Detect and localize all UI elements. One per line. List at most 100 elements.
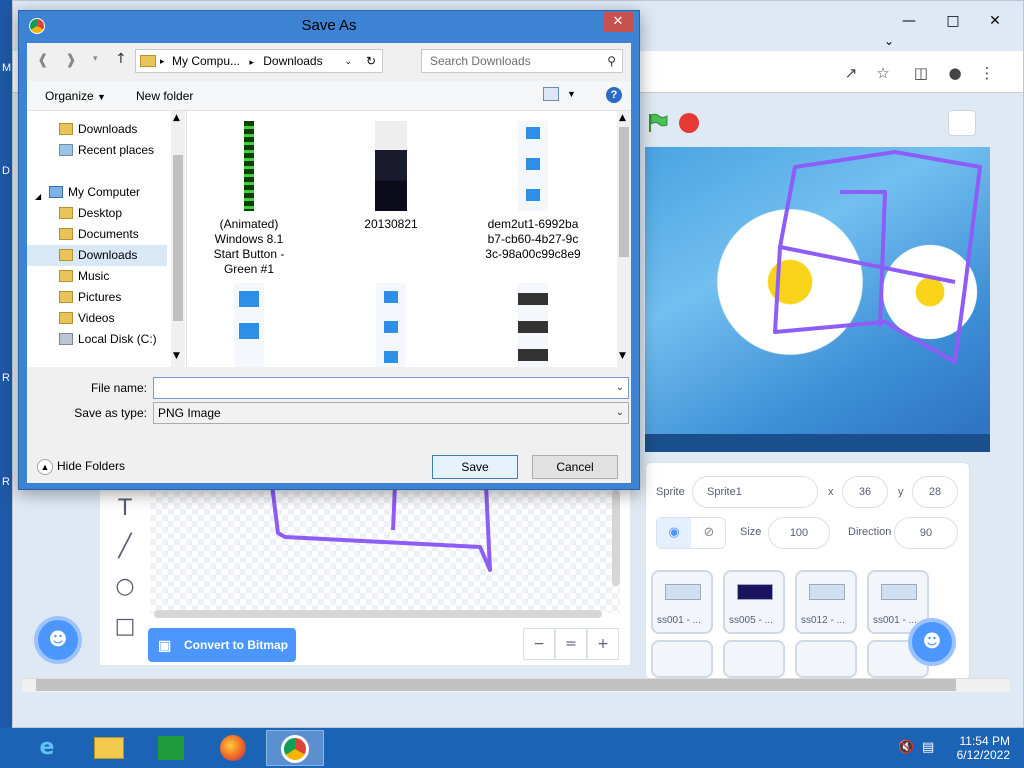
scroll-down-icon[interactable]: ▼ [173,351,180,361]
save-type-dropdown-icon[interactable]: ⌄ [616,403,624,423]
address-dropdown-icon[interactable]: ⌄ [344,50,352,72]
small-stage-button[interactable] [948,110,976,136]
sprite-thumbnail[interactable]: ss001 - ... [651,570,713,634]
stage[interactable] [645,147,990,452]
eye-slash-icon[interactable]: ⊘ [693,518,725,548]
paint-canvas[interactable] [150,484,620,613]
recent-chevron-icon[interactable]: ▾ [93,54,98,64]
new-folder-button[interactable]: New folder [136,89,193,103]
file-item[interactable] [331,283,451,367]
view-options-icon[interactable] [543,87,559,101]
files-scroll-thumb[interactable] [619,127,629,257]
sprite-thumbnail[interactable] [651,640,713,678]
profile-icon[interactable]: ● [945,63,965,83]
x-label: x [828,486,834,498]
speaker-muted-icon[interactable]: 🔇 [898,740,914,755]
scroll-up-icon[interactable]: ▲ [619,113,626,123]
image-icon: ▣ [158,637,172,653]
store-icon[interactable] [142,730,200,766]
stop-icon[interactable] [679,113,699,133]
sprite-thumbnail[interactable]: ss005 - ... [723,570,785,634]
nav-item-downloads-favorite[interactable]: Downloads [27,119,167,140]
convert-label: Convert to Bitmap [184,638,289,652]
canvas-vscrollbar[interactable] [612,490,620,586]
scroll-down-icon[interactable]: ▼ [619,351,626,361]
breadcrumb-downloads[interactable]: Downloads [263,54,322,68]
chrome-icon[interactable] [266,730,324,766]
internet-explorer-icon[interactable]: e [18,730,76,766]
file-thumbnail [376,283,406,367]
dialog-close-button[interactable]: ✕ [603,12,633,32]
page-hscrollbar-thumb[interactable] [36,679,956,691]
nav-item-documents[interactable]: Documents [27,224,167,245]
file-item[interactable]: 20130821 [331,121,451,231]
organize-button[interactable]: Organize ▼ [45,89,106,103]
star-icon[interactable]: ☆ [873,63,893,83]
sidepanel-icon[interactable]: ◫ [911,63,931,83]
help-icon[interactable]: ? [606,87,622,103]
save-as-type-select[interactable]: PNG Image ⌄ [153,402,629,424]
search-icon[interactable]: ⚲ [607,50,616,72]
forward-icon[interactable]: ❱ [65,52,77,68]
search-input[interactable]: Search Downloads ⚲ [421,49,623,73]
sprite-thumbnail[interactable] [723,640,785,678]
nav-item-recent-places[interactable]: Recent places [27,140,167,161]
sprite-name-input[interactable]: Sprite1 [692,476,818,508]
address-bar[interactable]: ▸ My Compu... ▸ Downloads ⌄ ↻ [135,49,383,73]
nav-item-desktop[interactable]: Desktop [27,203,167,224]
y-input[interactable]: 28 [912,476,958,508]
nav-item-pictures[interactable]: Pictures [27,287,167,308]
green-flag-icon[interactable] [646,112,668,134]
zoom-in-button[interactable]: + [587,628,619,660]
line-tool-icon[interactable]: ╱ [112,534,138,560]
file-name-dropdown-icon[interactable]: ⌄ [616,378,624,398]
back-icon[interactable]: ❰ [37,52,49,68]
save-button[interactable]: Save [432,455,518,479]
nav-scrollbar[interactable]: ▲ ▼ [171,111,185,367]
file-item[interactable] [189,283,309,367]
direction-input[interactable]: 90 [894,517,958,549]
share-icon[interactable]: ↗ [841,63,861,83]
sprite-thumbnail[interactable]: ss012 - ... [795,570,857,634]
eye-icon[interactable]: ◉ [657,518,691,548]
sprite-thumbnail[interactable] [795,640,857,678]
system-clock[interactable]: 11:54 PM 6/12/2022 [957,734,1010,762]
zoom-reset-button[interactable]: = [555,628,587,660]
zoom-out-button[interactable]: − [523,628,555,660]
choose-sprite-button[interactable]: ☻ [908,618,956,666]
firefox-icon[interactable] [204,730,262,766]
nav-item-downloads[interactable]: Downloads [27,245,167,266]
rectangle-tool-icon[interactable]: □ [112,614,138,640]
nav-item-music[interactable]: Music [27,266,167,287]
nav-item-my-computer[interactable]: ◢ My Computer [27,182,167,203]
visibility-toggle[interactable]: ◉ ⊘ [656,517,726,549]
breadcrumb-computer[interactable]: My Compu... [172,54,240,68]
scroll-up-icon[interactable]: ▲ [173,113,180,123]
choose-costume-button[interactable]: ☻ [34,616,82,664]
x-input[interactable]: 36 [842,476,888,508]
hide-folders-button[interactable]: ▲ Hide Folders [37,459,125,475]
refresh-icon[interactable]: ↻ [366,50,376,72]
up-arrow-icon[interactable]: ↑ [115,51,127,67]
size-input[interactable]: 100 [768,517,830,549]
file-item[interactable]: (Animated) Windows 8.1 Start Button - Gr… [189,121,309,276]
nav-item-local-disk[interactable]: Local Disk (C:) [27,329,167,350]
files-scrollbar[interactable]: ▲ ▼ [617,111,631,367]
close-icon[interactable]: ✕ [975,7,1015,35]
convert-to-bitmap-button[interactable]: ▣ Convert to Bitmap [148,628,296,662]
nav-item-videos[interactable]: Videos [27,308,167,329]
file-item[interactable]: dem2ut1-6992ba b7-cb60-4b27-9c 3c-98a00c… [473,121,593,261]
text-tool-icon[interactable]: T [112,496,138,522]
network-icon[interactable]: ▤ [922,740,934,755]
file-explorer-icon[interactable] [80,730,138,766]
circle-tool-icon[interactable]: ○ [112,574,138,600]
view-dropdown-icon[interactable]: ▼ [567,89,576,99]
nav-scroll-thumb[interactable] [173,155,183,321]
canvas-hscrollbar[interactable] [154,610,602,618]
file-item[interactable] [473,283,593,367]
menu-icon[interactable]: ⋮ [977,63,997,83]
direction-label: Direction [848,526,892,538]
maximize-icon[interactable]: □ [933,7,973,35]
file-name-input[interactable]: ⌄ [153,377,629,399]
cancel-button[interactable]: Cancel [532,455,618,479]
